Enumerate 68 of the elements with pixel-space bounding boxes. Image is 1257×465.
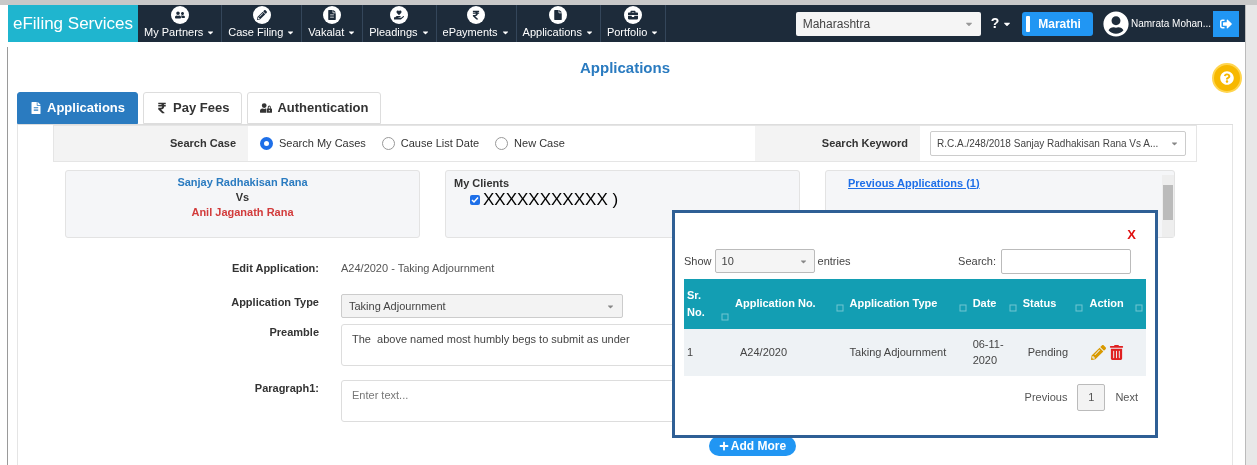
sort-icon	[1135, 302, 1143, 312]
petitioner-name: Sanjay Radhakisan Rana	[177, 174, 308, 190]
scrollbar[interactable]	[1162, 174, 1174, 237]
delete-icon[interactable]	[1109, 344, 1125, 360]
caret-icon	[286, 28, 296, 37]
page-title: Applications	[580, 58, 670, 78]
plus-icon	[718, 441, 729, 451]
avatar-icon	[1102, 10, 1129, 37]
user-lock-icon	[260, 101, 273, 114]
application-type-select[interactable]: Taking Adjournment	[341, 294, 623, 318]
caret-icon	[347, 28, 357, 37]
caret-icon	[420, 28, 430, 37]
sort-icon	[721, 310, 729, 321]
document-icon	[30, 101, 42, 114]
field-label: Search Case	[54, 125, 248, 161]
client-checkbox[interactable]: XXXXXXXXXXX )	[470, 191, 791, 209]
help-button[interactable]	[1212, 63, 1242, 93]
user-name[interactable]: Namrata Mohan...	[1130, 16, 1211, 31]
logout-button[interactable]	[1213, 10, 1239, 37]
search-label: Search:	[958, 253, 996, 269]
close-button[interactable]: X	[1127, 225, 1136, 245]
nav-menu[interactable]: ePayments	[436, 5, 517, 42]
caret-icon	[500, 28, 510, 37]
tab[interactable]: Authentication	[247, 91, 382, 124]
nav-menu[interactable]: Vakalat	[302, 5, 364, 42]
field-label: Edit Application:	[231, 260, 319, 276]
nav-menu[interactable]: Applications	[516, 5, 601, 42]
help-icon	[1220, 71, 1234, 85]
entries-label: entries	[817, 253, 851, 269]
logout-icon	[1220, 17, 1232, 30]
field-label: Application Type	[230, 295, 319, 310]
state-select[interactable]: Maharashtra	[795, 11, 981, 36]
edit-icon[interactable]	[1091, 344, 1107, 360]
next-button[interactable]: Next	[1115, 388, 1138, 406]
previous-button[interactable]: Previous	[1024, 388, 1068, 406]
nav-menu[interactable]: My Partners	[138, 5, 223, 42]
radio-option[interactable]: Cause List Date	[381, 134, 480, 152]
keyword-select[interactable]: R.C.A./248/2018 Sanjay Radhakisan Rana Vs A...	[930, 130, 1186, 156]
page-size-select[interactable]: 10	[714, 249, 815, 273]
sort-icon	[958, 302, 967, 312]
versus-text: Vs	[235, 189, 250, 205]
table-cell: Pending	[1019, 328, 1087, 376]
radio-option[interactable]: New Case	[495, 134, 565, 152]
sort-icon	[1008, 302, 1017, 312]
nav-menu[interactable]: Portfolio	[600, 5, 667, 42]
search-field[interactable]	[1001, 248, 1131, 274]
radio-option[interactable]: Search My Cases	[260, 134, 366, 152]
help-menu[interactable]: ?	[990, 13, 1013, 34]
table-cell: 06-11-2020	[969, 328, 1020, 376]
scrollbar[interactable]	[1245, 5, 1257, 465]
field-label: Preamble	[268, 325, 319, 340]
edit-value: A24/2020 - Taking Adjournment	[341, 260, 495, 276]
respondent-name: Anil Jaganath Rana	[191, 204, 294, 220]
sort-icon	[835, 302, 844, 312]
rupee-icon	[156, 101, 168, 114]
show-label: Show	[684, 253, 712, 269]
page-button[interactable]: 1	[1077, 383, 1106, 411]
tab[interactable]: Applications	[17, 91, 138, 124]
panel-title: My Clients	[454, 175, 510, 191]
caret-icon	[650, 28, 660, 37]
tab[interactable]: Pay Fees	[143, 91, 243, 124]
nav-menu[interactable]: Pleadings	[363, 5, 437, 42]
nav-menu[interactable]: Case Filing	[222, 5, 303, 42]
caret-icon	[206, 28, 216, 37]
field-label: Paragraph1:	[253, 381, 319, 396]
caret-icon	[584, 28, 594, 37]
sort-icon	[1075, 302, 1084, 312]
field-label: Search Keyword	[755, 125, 920, 161]
